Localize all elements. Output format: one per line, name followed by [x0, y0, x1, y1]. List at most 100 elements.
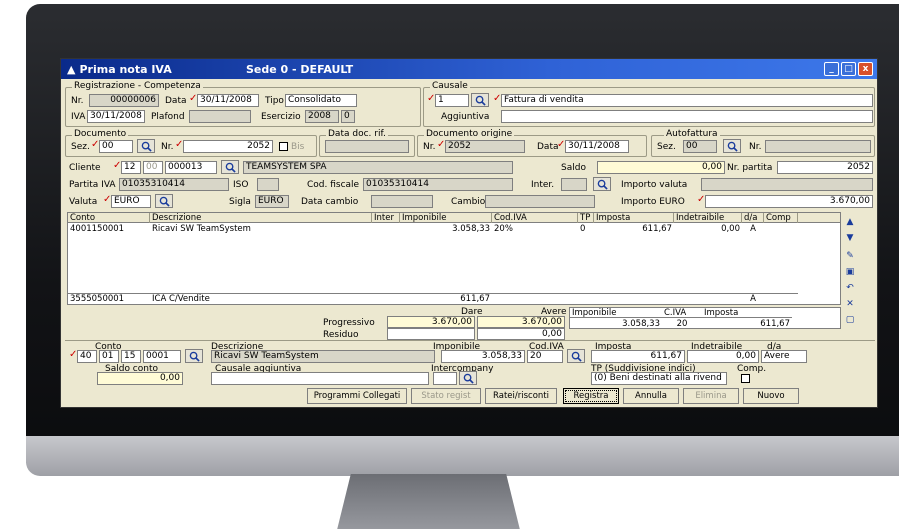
reg-data-field[interactable]: 30/11/2008 [197, 94, 259, 107]
edit-icon[interactable]: ✎ [843, 249, 857, 263]
search-icon[interactable] [723, 139, 741, 153]
data-cambio-label: Data cambio [301, 197, 359, 207]
cambio-field[interactable] [485, 195, 595, 208]
reg-tipo-select[interactable]: Consolidato [285, 94, 357, 107]
det-da-select[interactable]: Avere [761, 350, 807, 363]
cliente-c1-field[interactable]: 12 [121, 161, 141, 174]
righe-grid[interactable]: Conto Descrizione Inter Imponibile Cod.I… [67, 212, 841, 305]
inter-field[interactable] [561, 178, 587, 191]
col-imponibile[interactable]: Imponibile [400, 213, 492, 223]
reg-iva-field[interactable]: 30/11/2008 [87, 110, 145, 123]
ratei-risconti-button[interactable]: Ratei/risconti [485, 388, 557, 404]
cliente-c2-field[interactable]: 00 [143, 161, 163, 174]
col-inter[interactable]: Inter [372, 213, 400, 223]
causale-desc-field[interactable]: Fattura di vendita [501, 94, 873, 107]
cell-da: A [750, 294, 756, 304]
minimize-button[interactable]: _ [824, 62, 839, 76]
bis-checkbox[interactable] [279, 142, 288, 151]
elimina-button[interactable]: Elimina [683, 388, 739, 404]
tp-select[interactable]: (0) Beni destinati alla rivend [591, 372, 727, 385]
cliente-c3-field[interactable]: 000013 [165, 161, 217, 174]
reg-plafond-field[interactable] [189, 110, 251, 123]
col-imposta[interactable]: Imposta [594, 213, 674, 223]
reg-esercizio-label: Esercizio [261, 112, 301, 122]
programmi-collegati-button[interactable]: Programmi Collegati [307, 388, 407, 404]
title-bar: ▲ Prima nota IVA Sede 0 - DEFAULT _ □ x [61, 59, 877, 79]
stato-regist-button[interactable]: Stato regist [411, 388, 481, 404]
col-codiva[interactable]: Cod.IVA [492, 213, 578, 223]
riep-imponibile: 3.058,33 [622, 319, 660, 329]
undo-icon[interactable]: ↶ [843, 281, 857, 295]
det-c1-field[interactable]: 40 [77, 350, 97, 363]
inter-label: Inter. [531, 180, 555, 190]
reg-nr-field[interactable]: 00000006 [89, 94, 159, 107]
causale-code-field[interactable]: 1 [435, 94, 469, 107]
auto-nr-field[interactable] [765, 140, 871, 153]
riep-imposta-header: Imposta [702, 308, 792, 318]
auto-sez-field[interactable]: 00 [683, 140, 717, 153]
iso-field[interactable] [257, 178, 279, 191]
importo-valuta-field[interactable] [701, 178, 873, 191]
maximize-button[interactable]: □ [841, 62, 856, 76]
cf-field[interactable]: 01035310414 [363, 178, 513, 191]
col-indetraibile[interactable]: Indetraibile [674, 213, 742, 223]
comp-label: Comp. [737, 364, 767, 374]
det-codiva-field[interactable]: 20 [527, 350, 563, 363]
cliente-name-field[interactable]: TEAMSYSTEM SPA [243, 161, 513, 174]
col-da[interactable]: d/a [742, 213, 764, 223]
detail-icon[interactable]: ▢ [843, 313, 857, 327]
intercompany-field[interactable] [433, 372, 457, 385]
search-icon[interactable] [567, 349, 585, 363]
causale-aggiuntiva-field[interactable] [501, 110, 873, 123]
data-cambio-field[interactable] [371, 195, 433, 208]
piva-field[interactable]: 01035310414 [119, 178, 229, 191]
search-icon[interactable] [459, 371, 477, 385]
doc-nr-field[interactable]: 2052 [183, 140, 273, 153]
col-tp[interactable]: TP [578, 213, 594, 223]
move-top-icon[interactable]: ▲ [843, 215, 857, 229]
table-row[interactable]: 4001150001 Ricavi SW TeamSystem 3.058,33… [68, 224, 798, 234]
sigla-field[interactable]: EURO [255, 195, 289, 208]
nuovo-button[interactable]: Nuovo [743, 388, 799, 404]
col-conto[interactable]: Conto [68, 213, 150, 223]
app-window: ▲ Prima nota IVA Sede 0 - DEFAULT _ □ x … [60, 58, 878, 408]
reg-esercizio-field[interactable]: 2008 [305, 110, 339, 123]
det-indetraibile-field[interactable]: 0,00 [687, 350, 759, 363]
det-c4-field[interactable]: 0001 [143, 350, 181, 363]
save-icon[interactable]: ▣ [843, 265, 857, 279]
importo-valuta-label: Importo valuta [621, 180, 688, 190]
det-c3-field[interactable]: 15 [121, 350, 141, 363]
registra-button[interactable]: Registra [563, 388, 619, 404]
doc-sez-field[interactable]: 00 [99, 140, 133, 153]
close-button[interactable]: x [858, 62, 873, 76]
autofattura-legend: Autofattura [664, 129, 720, 139]
orig-nr-field[interactable]: 2052 [445, 140, 525, 153]
table-row[interactable]: 3555050001 ICA C/Vendite 611,67 A [68, 293, 798, 304]
comp-checkbox[interactable] [741, 374, 750, 383]
search-icon[interactable] [593, 177, 611, 191]
annulla-button[interactable]: Annulla [623, 388, 679, 404]
col-descrizione[interactable]: Descrizione [150, 213, 372, 223]
valuta-field[interactable]: EURO [111, 195, 151, 208]
move-bottom-icon[interactable]: ▼ [843, 231, 857, 245]
search-icon[interactable] [221, 160, 239, 174]
det-descr-field[interactable]: Ricavi SW TeamSystem [211, 350, 435, 363]
search-icon[interactable] [185, 349, 203, 363]
monitor-chin [26, 436, 899, 476]
det-c2-field[interactable]: 01 [99, 350, 119, 363]
orig-data-field[interactable]: 30/11/2008 [565, 140, 629, 153]
search-icon[interactable] [155, 194, 173, 208]
causale-agg-field[interactable] [211, 372, 429, 385]
nr-partita-field[interactable]: 2052 [777, 161, 873, 174]
reg-esercizio-extra[interactable]: 0 [341, 110, 355, 123]
residuo-dare-field [387, 328, 475, 340]
saldo-field[interactable]: 0,00 [597, 161, 725, 174]
search-icon[interactable] [137, 139, 155, 153]
col-comp[interactable]: Comp [764, 213, 798, 223]
data-doc-rif-field[interactable] [325, 140, 409, 153]
det-imponibile-field[interactable]: 3.058,33 [441, 350, 525, 363]
importo-euro-field[interactable]: 3.670,00 [705, 195, 873, 208]
search-icon[interactable] [471, 93, 489, 107]
det-imposta-field[interactable]: 611,67 [591, 350, 685, 363]
delete-icon[interactable]: ✕ [843, 297, 857, 311]
